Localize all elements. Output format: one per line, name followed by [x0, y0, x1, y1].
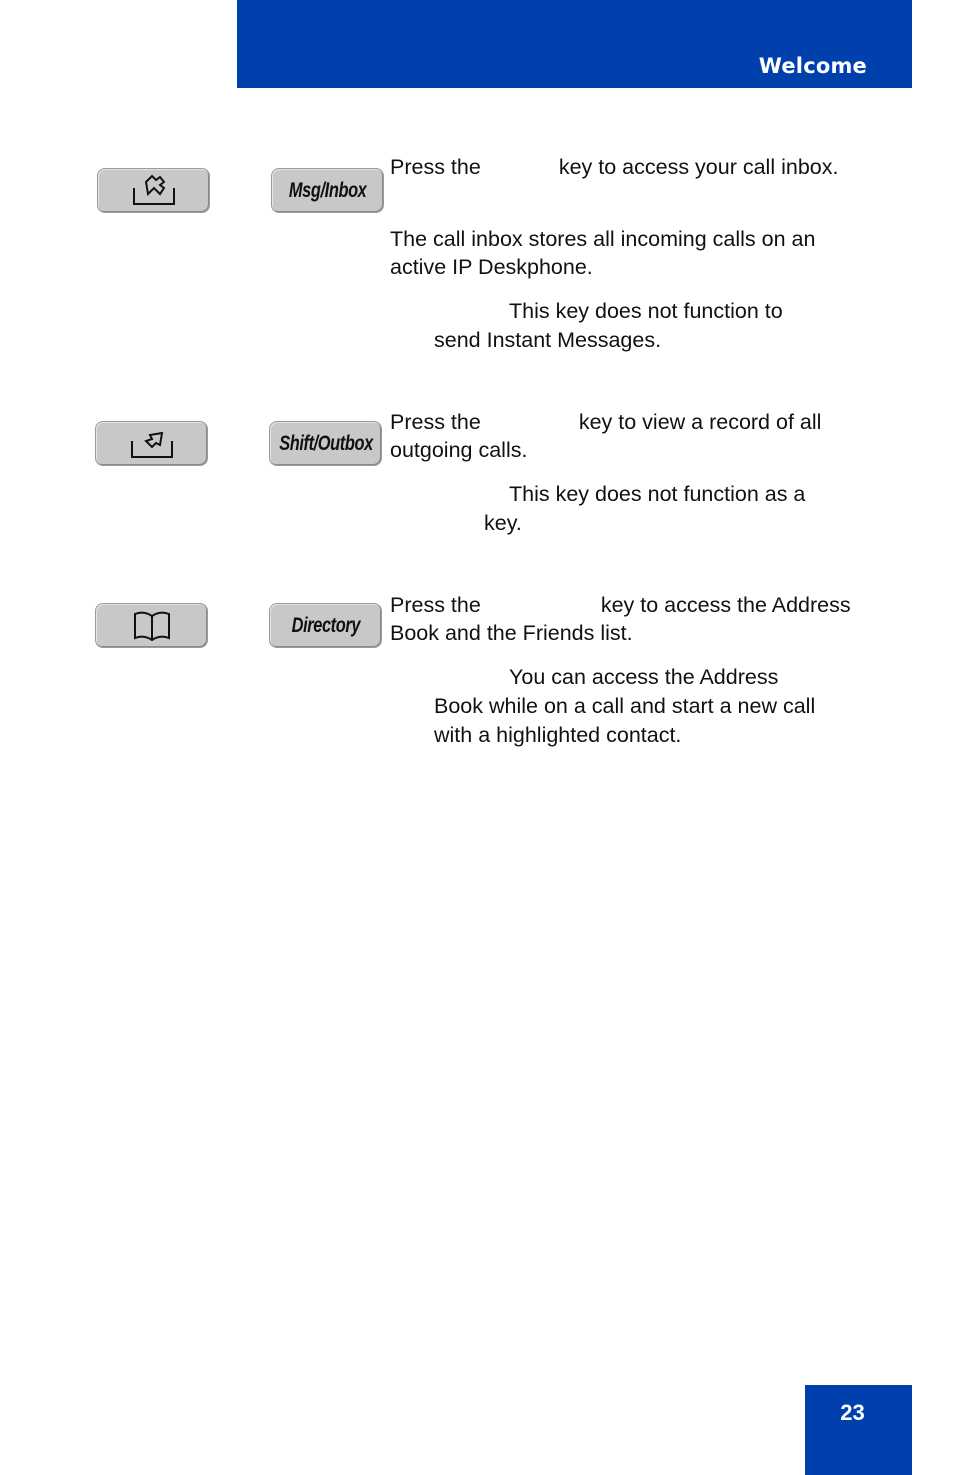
page-number: 23: [840, 1400, 865, 1425]
directory-key[interactable]: Directory: [269, 603, 382, 648]
chapter-title: Welcome: [758, 54, 867, 78]
outbox-instruction: Press the key to view a record of all out…: [390, 410, 822, 462]
inbox-description: The call inbox stores all incoming calls…: [390, 227, 816, 279]
shift-outbox-key[interactable]: Shift/Outbox: [269, 421, 382, 466]
msg-inbox-key[interactable]: Msg/Inbox: [271, 168, 384, 213]
shift-outbox-key-label: Shift/Outbox: [278, 431, 373, 455]
outbox-note: This key does not function as a key.: [484, 482, 806, 535]
outbox-icon: [130, 431, 173, 458]
directory-key-label: Directory: [291, 613, 360, 637]
outbox-key[interactable]: [95, 421, 208, 466]
inbox-key[interactable]: [97, 168, 210, 213]
section-inbox-text: Press the key to access your call inbox.: [390, 153, 870, 181]
directory-book-icon: [133, 611, 170, 641]
inbox-icon: [132, 174, 175, 205]
inbox-instruction: Press the key to access your call inbox.: [390, 155, 839, 179]
msg-inbox-key-label: Msg/Inbox: [288, 178, 367, 202]
header-band: Welcome: [237, 0, 912, 88]
inbox-note: This key does not function to send Insta…: [434, 299, 783, 352]
directory-instruction: Press the key to access the Address Book …: [390, 593, 851, 645]
page-number-box: 23: [805, 1385, 912, 1475]
directory-note: You can access the Address Book while on…: [434, 665, 816, 747]
directory-icon-key[interactable]: [95, 603, 208, 648]
